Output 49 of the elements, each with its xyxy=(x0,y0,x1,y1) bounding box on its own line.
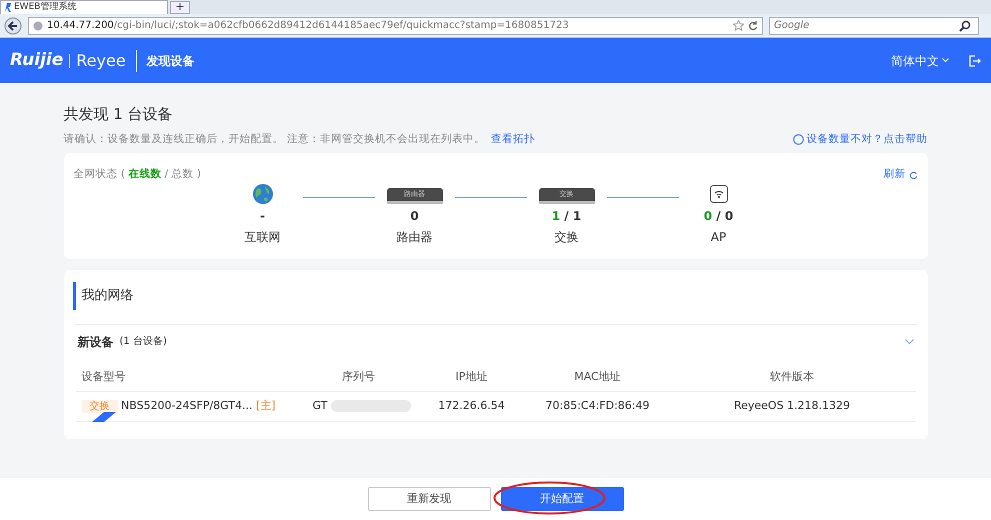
url-text: 10.44.77.200/cgi-bin/luci/;stok=a062cfb0662d89412d6144185aec79ef/quickmacc?stamp=1680851723 xyxy=(47,19,569,33)
chevron-down-icon[interactable] xyxy=(942,58,949,63)
column-header: MAC地址 xyxy=(526,362,668,392)
node-label: AP xyxy=(710,229,728,246)
device-count: 0 xyxy=(409,208,420,225)
section-title: 我的网络 xyxy=(82,288,134,304)
address-field[interactable]: 10.44.77.200/cgi-bin/luci/;stok=a062cfb0662d89412d6144185aec79ef/quickmacc?stamp=1680851723 xyxy=(28,16,763,34)
star-icon[interactable] xyxy=(733,20,744,31)
new-tab-button[interactable]: + xyxy=(170,1,190,14)
chevron-icon[interactable] xyxy=(904,338,914,345)
column-header: 序列号 xyxy=(300,362,416,392)
device-count: 0 / 0 xyxy=(702,208,734,225)
rediscover-button[interactable]: 重新发现 xyxy=(368,487,490,511)
status-label: 全网状态 ( 在线数 / 总数 ) xyxy=(74,167,201,182)
device-count: 1 / 1 xyxy=(550,208,582,225)
help-link[interactable]: 设备数量不对？点击帮助 xyxy=(806,132,928,148)
reload-icon[interactable] xyxy=(748,20,758,30)
device-type-tag: 交换 xyxy=(82,400,118,414)
instruction-text: 请确认：设备数量及连线正确后，开始配置。 注意：非网管交换机不会出现在列表中。 xyxy=(64,132,485,146)
master-tag: [主] xyxy=(256,399,276,412)
logo-icon xyxy=(4,3,12,12)
column-header: IP地址 xyxy=(416,362,526,392)
back-icon[interactable] xyxy=(4,16,22,34)
group-count: (1 台设备) xyxy=(120,334,167,350)
sub-brand-logo: Reyee xyxy=(76,50,126,72)
page-heading: 共发现 1 台设备 xyxy=(64,104,174,125)
browser-tab[interactable]: EWEB管理系统 xyxy=(0,0,168,14)
search-field[interactable]: Google xyxy=(769,16,979,34)
version-text: ReyeeOS 1.218.1329 xyxy=(734,399,850,412)
page-title: 发现设备 xyxy=(146,52,195,70)
mac-text: 70:85:C4:FD:86:49 xyxy=(546,399,650,412)
column-header: 软件版本 xyxy=(668,362,916,392)
device-count: - xyxy=(259,208,266,225)
column-header: 设备型号 xyxy=(76,362,300,392)
access-point-icon xyxy=(710,185,728,203)
group-title: 新设备 xyxy=(78,334,114,351)
node-label: 路由器 xyxy=(396,229,434,246)
refresh-link[interactable]: 刷新 xyxy=(884,167,906,183)
node-label: 互联网 xyxy=(244,229,282,246)
node-label: 交换 xyxy=(554,229,580,246)
serial-text: GT xyxy=(312,399,328,412)
start-config-button[interactable]: 开始配置 xyxy=(500,487,624,511)
refresh-icon[interactable] xyxy=(908,170,918,180)
topology-link[interactable]: 查看拓扑 xyxy=(490,132,535,148)
ip-text: 172.26.6.54 xyxy=(438,399,505,412)
brand-logo: Ruijie xyxy=(10,48,64,72)
model-text: NBS5200-24SFP/8GT4... xyxy=(121,399,253,412)
language-select[interactable]: 简体中文 xyxy=(891,52,939,70)
logout-icon[interactable] xyxy=(969,54,981,66)
